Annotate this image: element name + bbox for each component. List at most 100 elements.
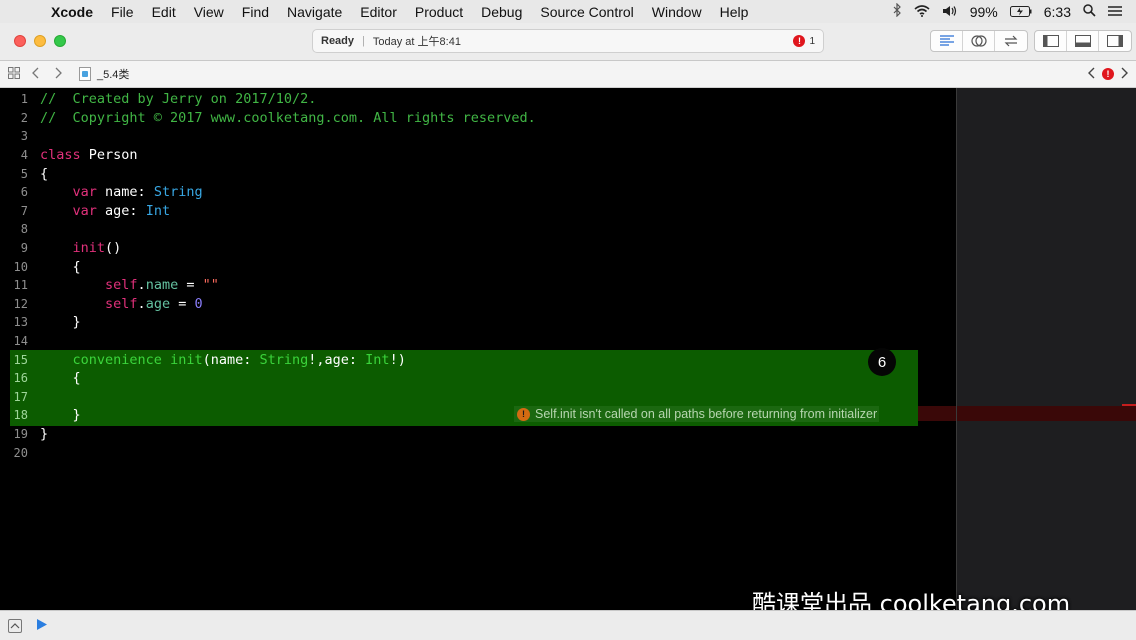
forward-chevron-icon[interactable] <box>47 67 69 82</box>
assistant-editor-button[interactable] <box>963 31 995 51</box>
code-text: { <box>30 166 48 182</box>
notification-center-icon[interactable] <box>1108 4 1122 20</box>
code-text: // Created by Jerry on 2017/10/2. <box>30 91 316 107</box>
menu-help[interactable]: Help <box>711 4 758 20</box>
line-number: 2 <box>20 110 28 125</box>
version-editor-button[interactable] <box>995 31 1027 51</box>
bluetooth-icon[interactable] <box>892 2 902 20</box>
menu-file[interactable]: File <box>102 4 143 20</box>
code-text: { <box>30 259 81 275</box>
code-line[interactable]: 10 { <box>0 257 956 276</box>
menu-xcode[interactable]: Xcode <box>42 4 102 20</box>
code-line[interactable]: 11 self.name = "" <box>0 276 956 295</box>
code-line[interactable]: 17 <box>0 388 956 407</box>
code-line[interactable]: 13 } <box>0 313 956 332</box>
code-token: // Created by Jerry on 2017/10/2. <box>40 91 317 108</box>
clock[interactable]: 6:33 <box>1044 4 1071 20</box>
code-text: var age: Int <box>30 202 171 219</box>
menu-editor[interactable]: Editor <box>351 4 406 20</box>
volume-icon[interactable] <box>942 4 958 20</box>
code-line[interactable]: 14 <box>0 332 956 351</box>
debug-bar <box>0 610 1136 640</box>
code-token: 0 <box>194 295 203 312</box>
code-text: { <box>30 370 81 386</box>
code-token: !,age: <box>308 351 366 368</box>
menu-status-area: 99% 6:33 <box>892 2 1136 20</box>
wifi-icon[interactable] <box>914 4 930 20</box>
code-line[interactable]: 6 var name: String <box>0 183 956 202</box>
code-line[interactable]: 8 <box>0 220 956 239</box>
toggle-utilities-button[interactable] <box>1099 31 1131 51</box>
line-number: 6 <box>20 185 28 200</box>
assistant-editor-icon <box>970 35 987 47</box>
spotlight-search-icon[interactable] <box>1083 3 1096 20</box>
code-line[interactable]: 2 // Copyright © 2017 www.coolketang.com.… <box>0 109 956 128</box>
standard-editor-icon <box>939 35 954 46</box>
code-text: convenience init(name: String!,age: Int!… <box>30 352 406 368</box>
code-line[interactable]: 1 // Created by Jerry on 2017/10/2. <box>0 90 956 109</box>
issue-error-icon[interactable]: ! <box>1102 68 1114 80</box>
code-line[interactable]: 5{ <box>0 164 956 183</box>
menu-window[interactable]: Window <box>643 4 711 20</box>
code-token: init <box>170 351 203 368</box>
related-items-icon[interactable] <box>3 66 25 82</box>
editor-mode-control <box>930 30 1028 52</box>
code-text: } <box>30 407 81 423</box>
line-number: 7 <box>20 203 28 218</box>
menu-find[interactable]: Find <box>233 4 278 20</box>
toggle-debug-area-button[interactable] <box>1067 31 1099 51</box>
code-text: init() <box>30 240 122 256</box>
code-token: class <box>40 147 81 164</box>
code-token: String <box>259 351 309 368</box>
code-line[interactable]: 19} <box>0 425 956 444</box>
code-text: } <box>30 314 81 330</box>
menu-debug[interactable]: Debug <box>472 4 531 20</box>
inline-error-message[interactable]: ! Self.init isn't called on all paths be… <box>514 406 880 422</box>
toggle-navigator-button[interactable] <box>1035 31 1067 51</box>
code-token: // Copyright © 2017 www.coolketang.com. … <box>40 109 536 126</box>
minimap[interactable] <box>956 88 1136 610</box>
previous-issue-chevron-icon[interactable] <box>1088 67 1096 82</box>
menu-source-control[interactable]: Source Control <box>531 4 642 20</box>
code-line[interactable]: 16 { <box>0 369 956 388</box>
status-separator: | <box>362 35 365 47</box>
code-text: self.age = 0 <box>30 296 203 312</box>
code-line[interactable]: 15 convenience init(name: String!,age: I… <box>0 350 956 369</box>
issue-navigation: ! <box>1088 67 1136 82</box>
close-window-button[interactable] <box>14 35 26 47</box>
run-play-icon[interactable] <box>36 618 48 634</box>
hide-debug-area-icon[interactable] <box>8 618 22 633</box>
menu-product[interactable]: Product <box>406 4 472 20</box>
code-line[interactable]: 20 <box>0 443 956 462</box>
code-line[interactable]: 12 self.age = 0 <box>0 295 956 314</box>
code-line[interactable]: 9 init() <box>0 239 956 258</box>
jump-bar-file-name[interactable]: _5.4类 <box>97 66 129 82</box>
next-issue-chevron-icon[interactable] <box>1120 67 1128 82</box>
line-number: 15 <box>13 352 28 367</box>
standard-editor-button[interactable] <box>931 31 963 51</box>
code-token: age: <box>96 202 146 219</box>
error-count-badge[interactable]: ! 1 <box>793 35 815 47</box>
code-line[interactable]: 4 class Person <box>0 146 956 165</box>
menu-view[interactable]: View <box>185 4 233 20</box>
navigator-panel-icon <box>1042 35 1059 47</box>
line-number: 11 <box>13 278 28 293</box>
menu-edit[interactable]: Edit <box>143 4 185 20</box>
code-line[interactable]: 3 <box>0 127 956 146</box>
battery-icon[interactable] <box>1009 4 1032 20</box>
line-number: 16 <box>13 371 28 386</box>
source-editor[interactable]: 1 // Created by Jerry on 2017/10/2. 2 // Co… <box>0 88 956 610</box>
minimize-window-button[interactable] <box>34 35 46 47</box>
zoom-window-button[interactable] <box>54 35 66 47</box>
menu-navigate[interactable]: Navigate <box>278 4 351 20</box>
code-token: . <box>137 277 146 294</box>
code-line[interactable]: 7 var age: Int <box>0 202 956 221</box>
back-chevron-icon[interactable] <box>25 67 47 82</box>
line-number: 18 <box>13 408 28 423</box>
line-number: 8 <box>20 222 28 237</box>
code-token: } <box>40 314 81 331</box>
code-token: "" <box>202 277 219 294</box>
